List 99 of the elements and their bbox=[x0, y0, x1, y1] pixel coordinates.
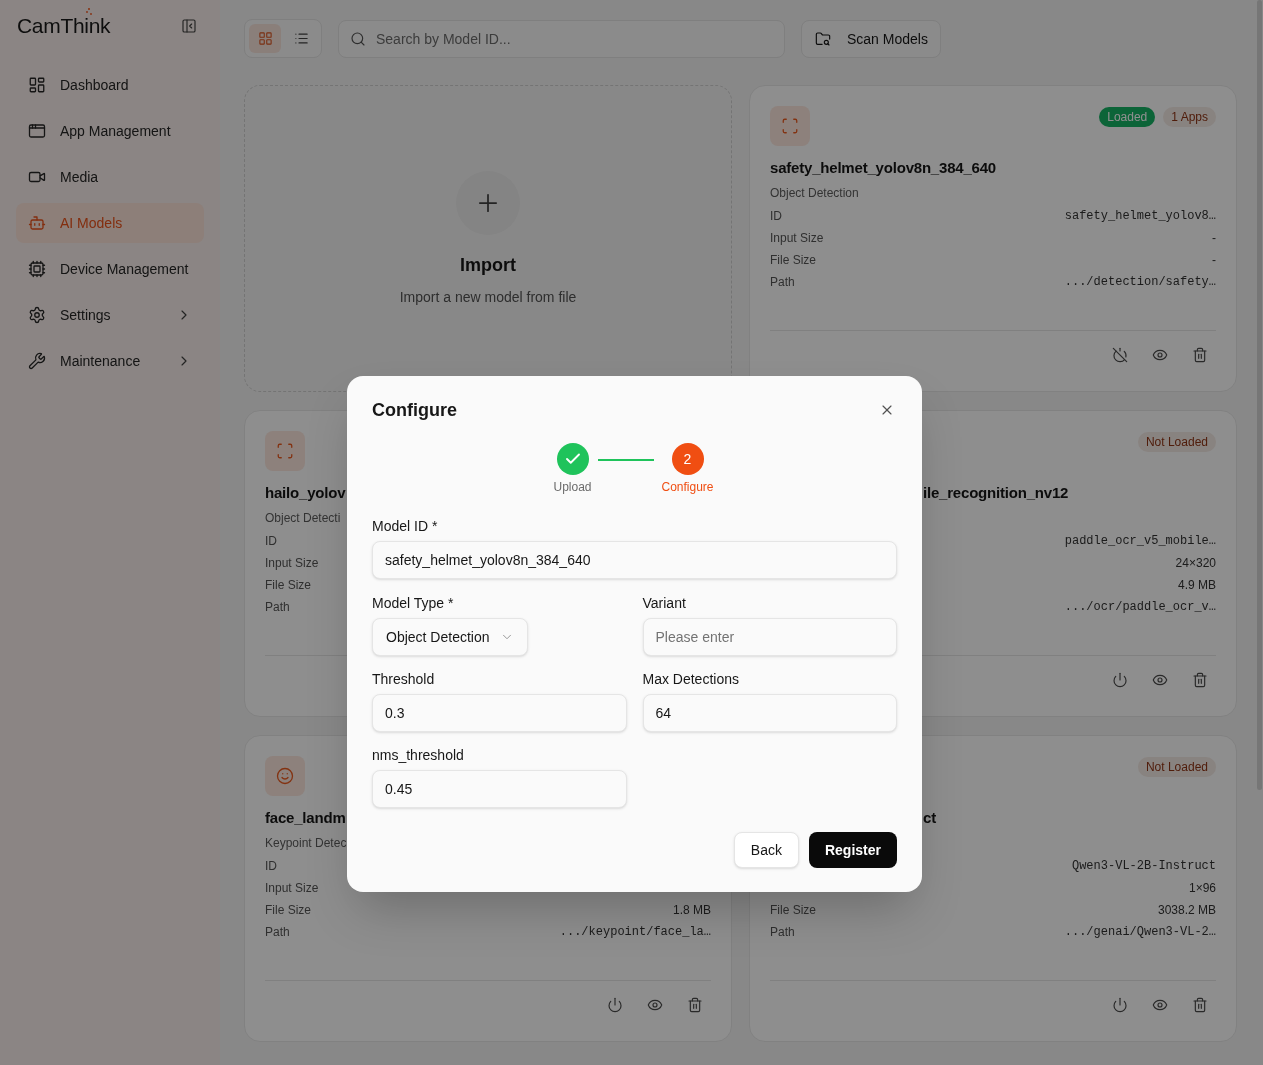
status-badge: 1 Apps bbox=[1163, 107, 1216, 127]
text-field[interactable]: 0.45 bbox=[372, 770, 627, 808]
scan-frame-icon bbox=[265, 431, 305, 471]
detail-value: Qwen3-VL-2B-Instruct bbox=[1071, 858, 1216, 874]
field-label: nms_threshold bbox=[372, 746, 464, 765]
select-field[interactable]: Object Detection bbox=[372, 618, 528, 656]
grid-icon bbox=[257, 31, 273, 46]
detail-label: File Size bbox=[770, 252, 816, 268]
logo-dots-icon bbox=[86, 8, 92, 15]
detail-value: - bbox=[1212, 252, 1216, 268]
eye-icon bbox=[1152, 672, 1168, 688]
text-field[interactable]: safety_helmet_yolov8n_384_640 bbox=[372, 541, 897, 579]
field-label: Threshold bbox=[372, 670, 435, 689]
status-badge: Not Loaded bbox=[1137, 757, 1216, 777]
detail-value: 1×96 bbox=[1188, 880, 1216, 896]
folder-search-icon bbox=[815, 30, 831, 47]
detail-value: 3038.2 MB bbox=[1157, 902, 1216, 918]
collapse-sidebar-button[interactable] bbox=[179, 16, 199, 36]
trash-icon bbox=[1192, 672, 1208, 688]
import-description: Import a new model from file bbox=[399, 287, 577, 307]
chip-icon bbox=[28, 260, 46, 278]
nav-item[interactable]: Maintenance bbox=[16, 341, 204, 381]
field-label: Model Type * bbox=[372, 594, 454, 613]
dialog-title: Configure bbox=[372, 399, 457, 422]
grid-view-button[interactable] bbox=[249, 24, 281, 53]
field-label: Max Detections bbox=[642, 670, 739, 689]
eye-icon bbox=[1152, 347, 1168, 363]
detail-label: File Size bbox=[265, 902, 311, 918]
text-field[interactable]: Please enter bbox=[642, 618, 897, 656]
detail-value: .../keypoint/face_la… bbox=[559, 924, 711, 940]
detail-label: Path bbox=[265, 599, 290, 615]
step-number: 2 bbox=[671, 443, 704, 475]
eye-icon bbox=[647, 997, 663, 1013]
model-name: safety_helmet_yolov8n_384_640 bbox=[770, 158, 996, 178]
detail-value: paddle_ocr_v5_mobile… bbox=[1064, 533, 1216, 549]
scan-models-button[interactable]: Scan Models bbox=[801, 19, 941, 58]
back-button[interactable]: Back bbox=[733, 832, 799, 868]
detail-label: Path bbox=[265, 924, 290, 940]
search-icon bbox=[350, 30, 366, 47]
trash-icon bbox=[1192, 997, 1208, 1013]
import-title: Import bbox=[460, 253, 516, 277]
detail-label: ID bbox=[265, 858, 277, 874]
model-name: ile_recognition_nv12 bbox=[923, 483, 1069, 503]
model-name: hailo_yolov bbox=[265, 483, 346, 503]
detail-value: 1.8 MB bbox=[673, 902, 711, 918]
power-icon bbox=[607, 997, 623, 1013]
smiley-face-icon bbox=[265, 756, 305, 796]
register-button[interactable]: Register bbox=[808, 832, 897, 868]
detail-value: 24×320 bbox=[1175, 555, 1216, 571]
settings-icon bbox=[28, 306, 46, 324]
trash-icon bbox=[687, 997, 703, 1013]
step-label: Configure bbox=[661, 479, 714, 495]
power-off-icon bbox=[1112, 347, 1128, 363]
wrench-icon bbox=[28, 352, 46, 370]
scan-frame-icon bbox=[770, 106, 810, 146]
list-icon bbox=[293, 31, 309, 46]
detail-label: Path bbox=[770, 924, 795, 940]
detail-label: Path bbox=[770, 274, 795, 290]
robot-icon bbox=[28, 214, 46, 232]
model-name: ct bbox=[923, 808, 936, 828]
detail-value: safety_helmet_yolov8… bbox=[1064, 208, 1216, 224]
detail-value: 4.9 MB bbox=[1178, 577, 1216, 593]
dashboard-icon bbox=[28, 76, 46, 94]
nav-item[interactable]: Dashboard bbox=[16, 65, 204, 105]
detail-label: Input Size bbox=[770, 230, 824, 246]
status-badge: Loaded bbox=[1099, 107, 1156, 127]
detail-value: .../ocr/paddle_ocr_v… bbox=[1064, 599, 1216, 615]
detail-value: .../detection/safety… bbox=[1064, 274, 1216, 290]
detail-label: File Size bbox=[265, 577, 311, 593]
app-window-icon bbox=[28, 122, 46, 140]
step-connector bbox=[597, 459, 654, 461]
text-field[interactable]: 0.3 bbox=[372, 694, 627, 732]
detail-label: File Size bbox=[770, 902, 816, 918]
nav-item[interactable]: App Management bbox=[16, 111, 204, 151]
trash-icon bbox=[1192, 347, 1208, 363]
search-field[interactable]: Search by Model ID... bbox=[338, 19, 785, 58]
status-badge: Not Loaded bbox=[1137, 432, 1216, 452]
model-type: Keypoint Detec bbox=[265, 836, 347, 850]
power-icon bbox=[1112, 997, 1128, 1013]
nav-item[interactable]: Device Management bbox=[16, 249, 204, 289]
detail-label: Input Size bbox=[265, 555, 319, 571]
nav-item[interactable]: Media bbox=[16, 157, 204, 197]
field-label: Model ID * bbox=[372, 517, 439, 536]
model-type: Object Detection bbox=[770, 186, 859, 200]
detail-label: ID bbox=[770, 208, 782, 224]
detail-label: ID bbox=[265, 533, 277, 549]
eye-icon bbox=[1152, 997, 1168, 1013]
power-icon bbox=[1112, 672, 1128, 688]
detail-value: .../genai/Qwen3-VL-2… bbox=[1064, 924, 1216, 940]
detail-value: - bbox=[1212, 230, 1216, 246]
model-type: Object Detecti bbox=[265, 511, 341, 525]
step-label: Upload bbox=[553, 479, 592, 495]
model-name: face_landm bbox=[265, 808, 346, 828]
field-label: Variant bbox=[642, 594, 686, 613]
detail-label: Input Size bbox=[265, 880, 319, 896]
nav-item[interactable]: Settings bbox=[16, 295, 204, 335]
text-field[interactable]: 64 bbox=[642, 694, 897, 732]
logo: CamThink bbox=[17, 14, 111, 37]
collapse-sidebar-icon bbox=[181, 18, 197, 34]
